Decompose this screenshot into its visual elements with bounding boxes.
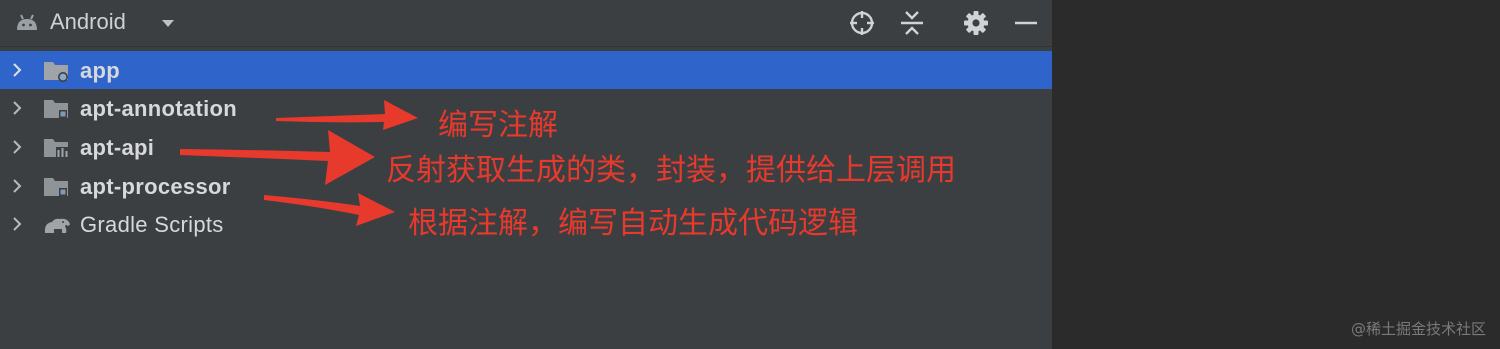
view-mode-selector[interactable]: Android bbox=[50, 9, 126, 35]
chevron-right-icon[interactable] bbox=[8, 61, 26, 79]
tree-item-label: apt-annotation bbox=[80, 96, 237, 121]
chevron-right-icon[interactable] bbox=[8, 215, 26, 233]
chevron-right-icon[interactable] bbox=[8, 177, 26, 195]
watermark: @稀土掘金技术社区 bbox=[1350, 320, 1486, 338]
module-folder-icon bbox=[44, 100, 68, 118]
module-folder-icon bbox=[44, 178, 68, 196]
android-icon bbox=[17, 14, 37, 30]
locate-target-button[interactable] bbox=[846, 7, 878, 39]
tree-item-label: Gradle Scripts bbox=[80, 212, 224, 237]
annotation-text-1: 编写注解 bbox=[438, 108, 558, 143]
tree-item-app[interactable]: app bbox=[0, 51, 1052, 89]
hide-panel-button[interactable] bbox=[1010, 7, 1042, 39]
tree-item-label: apt-api bbox=[80, 135, 155, 160]
chevron-right-icon[interactable] bbox=[8, 99, 26, 117]
gear-icon bbox=[964, 11, 988, 35]
collapse-all-button[interactable] bbox=[896, 7, 928, 39]
editor-area bbox=[1052, 0, 1500, 349]
library-module-icon bbox=[44, 139, 69, 158]
tree-item-label: apt-processor bbox=[80, 174, 231, 199]
annotation-text-2: 反射获取生成的类，封装，提供给上层调用 bbox=[386, 153, 956, 188]
hide-minus-icon bbox=[1015, 21, 1037, 25]
project-toolbar: Android bbox=[0, 0, 1052, 47]
annotation-text-3: 根据注解，编写自动生成代码逻辑 bbox=[408, 206, 858, 241]
module-folder-icon bbox=[44, 62, 68, 82]
locate-target-icon bbox=[850, 11, 874, 35]
settings-button[interactable] bbox=[960, 7, 992, 39]
chevron-right-icon[interactable] bbox=[8, 138, 26, 156]
gradle-elephant-icon bbox=[44, 218, 70, 233]
tree-item-label: app bbox=[80, 58, 121, 83]
dropdown-caret-icon[interactable] bbox=[158, 13, 178, 33]
collapse-all-icon bbox=[901, 11, 923, 35]
